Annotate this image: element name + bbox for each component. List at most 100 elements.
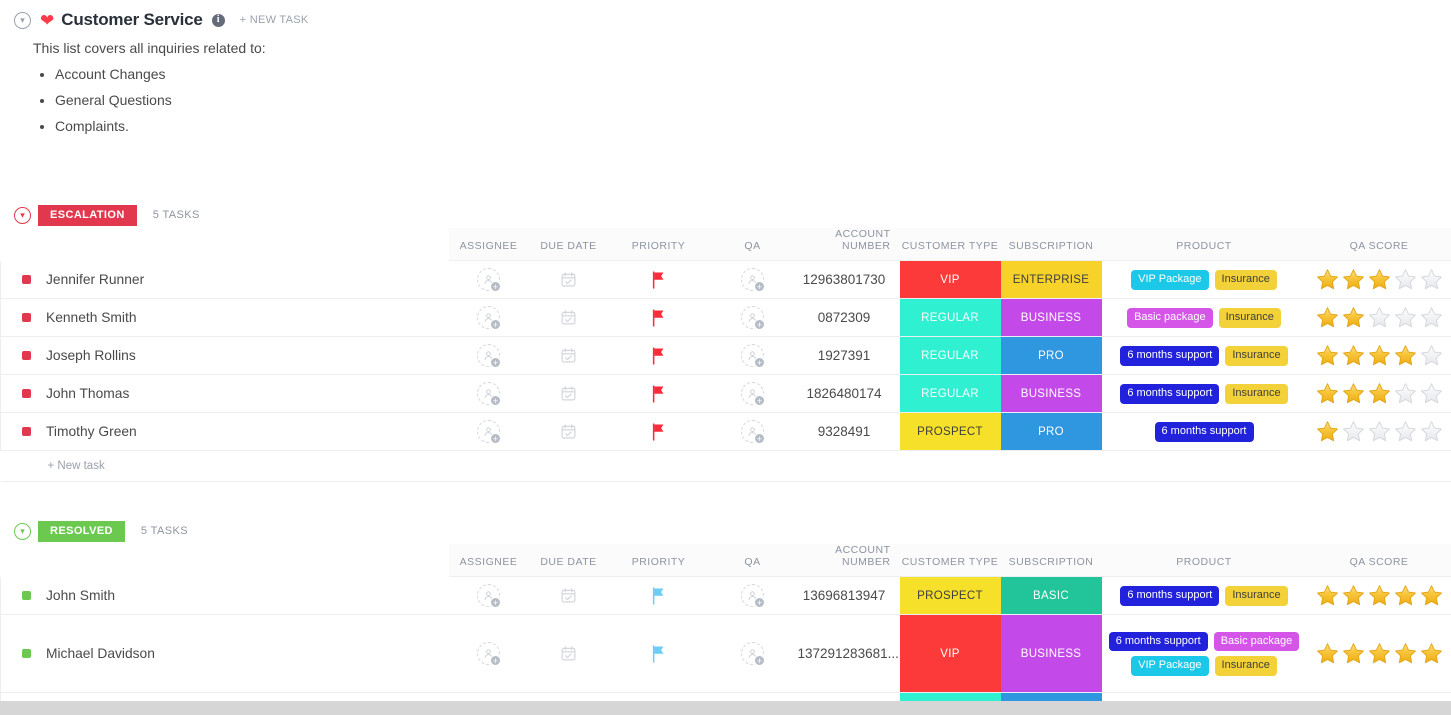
- column-header-assignee[interactable]: ASSIGNEE: [448, 544, 529, 578]
- product-chip[interactable]: 6 months support: [1108, 631, 1208, 652]
- cell-qa-score[interactable]: [1306, 298, 1451, 338]
- cell-task-name[interactable]: John Smith: [0, 576, 449, 616]
- star-icon[interactable]: [1341, 641, 1366, 666]
- cell-qa-score[interactable]: [1306, 412, 1451, 452]
- cell-product[interactable]: 6 months support Insurance: [1101, 374, 1307, 414]
- column-header-subscription[interactable]: SUBSCRIPTION: [1000, 544, 1102, 578]
- column-header-qa-score[interactable]: QA SCORE: [1306, 228, 1451, 262]
- star-icon[interactable]: [1367, 343, 1392, 368]
- cell-priority[interactable]: [608, 260, 709, 300]
- calendar-icon[interactable]: [560, 271, 577, 288]
- cell-subscription[interactable]: BASIC: [1000, 576, 1102, 616]
- cell-subscription[interactable]: BUSINESS: [1000, 374, 1102, 414]
- cell-qa-score[interactable]: [1306, 374, 1451, 414]
- qa-score-stars[interactable]: [1308, 381, 1451, 406]
- status-dot[interactable]: [22, 275, 31, 285]
- cell-due-date[interactable]: [528, 336, 609, 376]
- cell-product[interactable]: 6 months supportBasic packageVIP Package…: [1101, 614, 1307, 694]
- star-icon[interactable]: [1419, 641, 1444, 666]
- star-icon[interactable]: [1315, 305, 1340, 330]
- cell-account-number[interactable]: 12963801730: [796, 260, 900, 300]
- add-assignee-icon[interactable]: +: [477, 268, 501, 293]
- add-assignee-icon[interactable]: +: [741, 420, 765, 445]
- cell-qa-score[interactable]: [1306, 576, 1451, 616]
- star-icon[interactable]: [1341, 583, 1366, 608]
- qa-score-stars[interactable]: [1308, 343, 1451, 368]
- cell-account-number[interactable]: 0872309: [796, 298, 900, 338]
- cell-subscription[interactable]: BUSINESS: [1000, 298, 1102, 338]
- star-icon[interactable]: [1419, 419, 1444, 444]
- column-header-account-number[interactable]: ACCOUNT NUMBER: [796, 544, 900, 578]
- flag-icon[interactable]: [650, 645, 667, 663]
- cell-priority[interactable]: [608, 298, 709, 338]
- cell-account-number[interactable]: 1927391: [796, 336, 900, 376]
- cell-due-date[interactable]: [528, 260, 609, 300]
- collapse-group-icon[interactable]: ▾: [14, 206, 31, 224]
- star-icon[interactable]: [1393, 419, 1418, 444]
- qa-score-stars[interactable]: [1308, 267, 1451, 292]
- cell-due-date[interactable]: [528, 412, 609, 452]
- star-icon[interactable]: [1341, 419, 1366, 444]
- cell-task-name[interactable]: Kenneth Smith: [0, 298, 449, 338]
- product-chip[interactable]: Insurance: [1218, 307, 1281, 328]
- add-assignee-icon[interactable]: +: [477, 420, 501, 445]
- collapse-list-icon[interactable]: ▾: [14, 11, 31, 29]
- product-chip[interactable]: Insurance: [1225, 585, 1288, 606]
- cell-customer-type[interactable]: PROSPECT: [899, 412, 1001, 452]
- cell-assignee[interactable]: +: [448, 260, 529, 300]
- star-icon[interactable]: [1315, 419, 1340, 444]
- product-chip[interactable]: 6 months support: [1154, 421, 1254, 442]
- star-icon[interactable]: [1341, 381, 1366, 406]
- calendar-icon[interactable]: [560, 423, 577, 440]
- cell-customer-type[interactable]: REGULAR: [899, 298, 1001, 338]
- cell-due-date[interactable]: [528, 374, 609, 414]
- star-icon[interactable]: [1393, 267, 1418, 292]
- star-icon[interactable]: [1315, 343, 1340, 368]
- cell-account-number[interactable]: 13696813947: [796, 576, 900, 616]
- product-chip[interactable]: Insurance: [1225, 345, 1288, 366]
- cell-customer-type[interactable]: REGULAR: [899, 374, 1001, 414]
- column-header-qa-score[interactable]: QA SCORE: [1306, 544, 1451, 578]
- calendar-icon[interactable]: [560, 587, 577, 604]
- cell-due-date[interactable]: [528, 614, 609, 694]
- star-icon[interactable]: [1393, 381, 1418, 406]
- column-header-account-number[interactable]: ACCOUNT NUMBER: [796, 228, 900, 262]
- collapse-group-icon[interactable]: ▾: [14, 522, 31, 540]
- column-header-qa[interactable]: QA: [708, 544, 797, 578]
- star-icon[interactable]: [1393, 343, 1418, 368]
- cell-customer-type[interactable]: PROSPECT: [899, 576, 1001, 616]
- cell-customer-type[interactable]: VIP: [899, 260, 1001, 300]
- column-header-due-date[interactable]: DUE DATE: [528, 228, 609, 262]
- star-icon[interactable]: [1367, 583, 1392, 608]
- status-badge[interactable]: RESOLVED: [38, 520, 125, 542]
- flag-icon[interactable]: [650, 347, 667, 365]
- new-task-button[interactable]: + NEW TASK: [240, 14, 309, 26]
- qa-score-stars[interactable]: [1308, 583, 1451, 608]
- cell-priority[interactable]: [608, 412, 709, 452]
- flag-icon[interactable]: [650, 587, 667, 605]
- star-icon[interactable]: [1419, 305, 1444, 330]
- star-icon[interactable]: [1393, 583, 1418, 608]
- cell-qa[interactable]: +: [708, 260, 797, 300]
- cell-qa[interactable]: +: [708, 298, 797, 338]
- cell-due-date[interactable]: [528, 576, 609, 616]
- column-header-subscription[interactable]: SUBSCRIPTION: [1000, 228, 1102, 262]
- star-icon[interactable]: [1367, 305, 1392, 330]
- star-icon[interactable]: [1419, 267, 1444, 292]
- calendar-icon[interactable]: [560, 347, 577, 364]
- calendar-icon[interactable]: [560, 645, 577, 662]
- horizontal-scrollbar[interactable]: [0, 701, 1451, 715]
- cell-qa[interactable]: +: [708, 336, 797, 376]
- product-chip[interactable]: 6 months support: [1120, 383, 1220, 404]
- table-row[interactable]: Jennifer Runner + +12963801730 VIP ENTERPRIS…: [0, 260, 1451, 300]
- status-dot[interactable]: [22, 591, 31, 601]
- cell-product[interactable]: VIP Package Insurance: [1101, 260, 1307, 300]
- flag-icon[interactable]: [650, 309, 667, 327]
- cell-assignee[interactable]: +: [448, 336, 529, 376]
- add-assignee-icon[interactable]: +: [741, 642, 765, 667]
- column-header-product[interactable]: PRODUCT: [1101, 228, 1307, 262]
- product-chip[interactable]: Basic package: [1127, 307, 1213, 328]
- star-icon[interactable]: [1367, 267, 1392, 292]
- table-row[interactable]: Joseph Rollins + +1927391 REGULAR PRO 6 month…: [0, 336, 1451, 376]
- cell-product[interactable]: Basic package Insurance: [1101, 298, 1307, 338]
